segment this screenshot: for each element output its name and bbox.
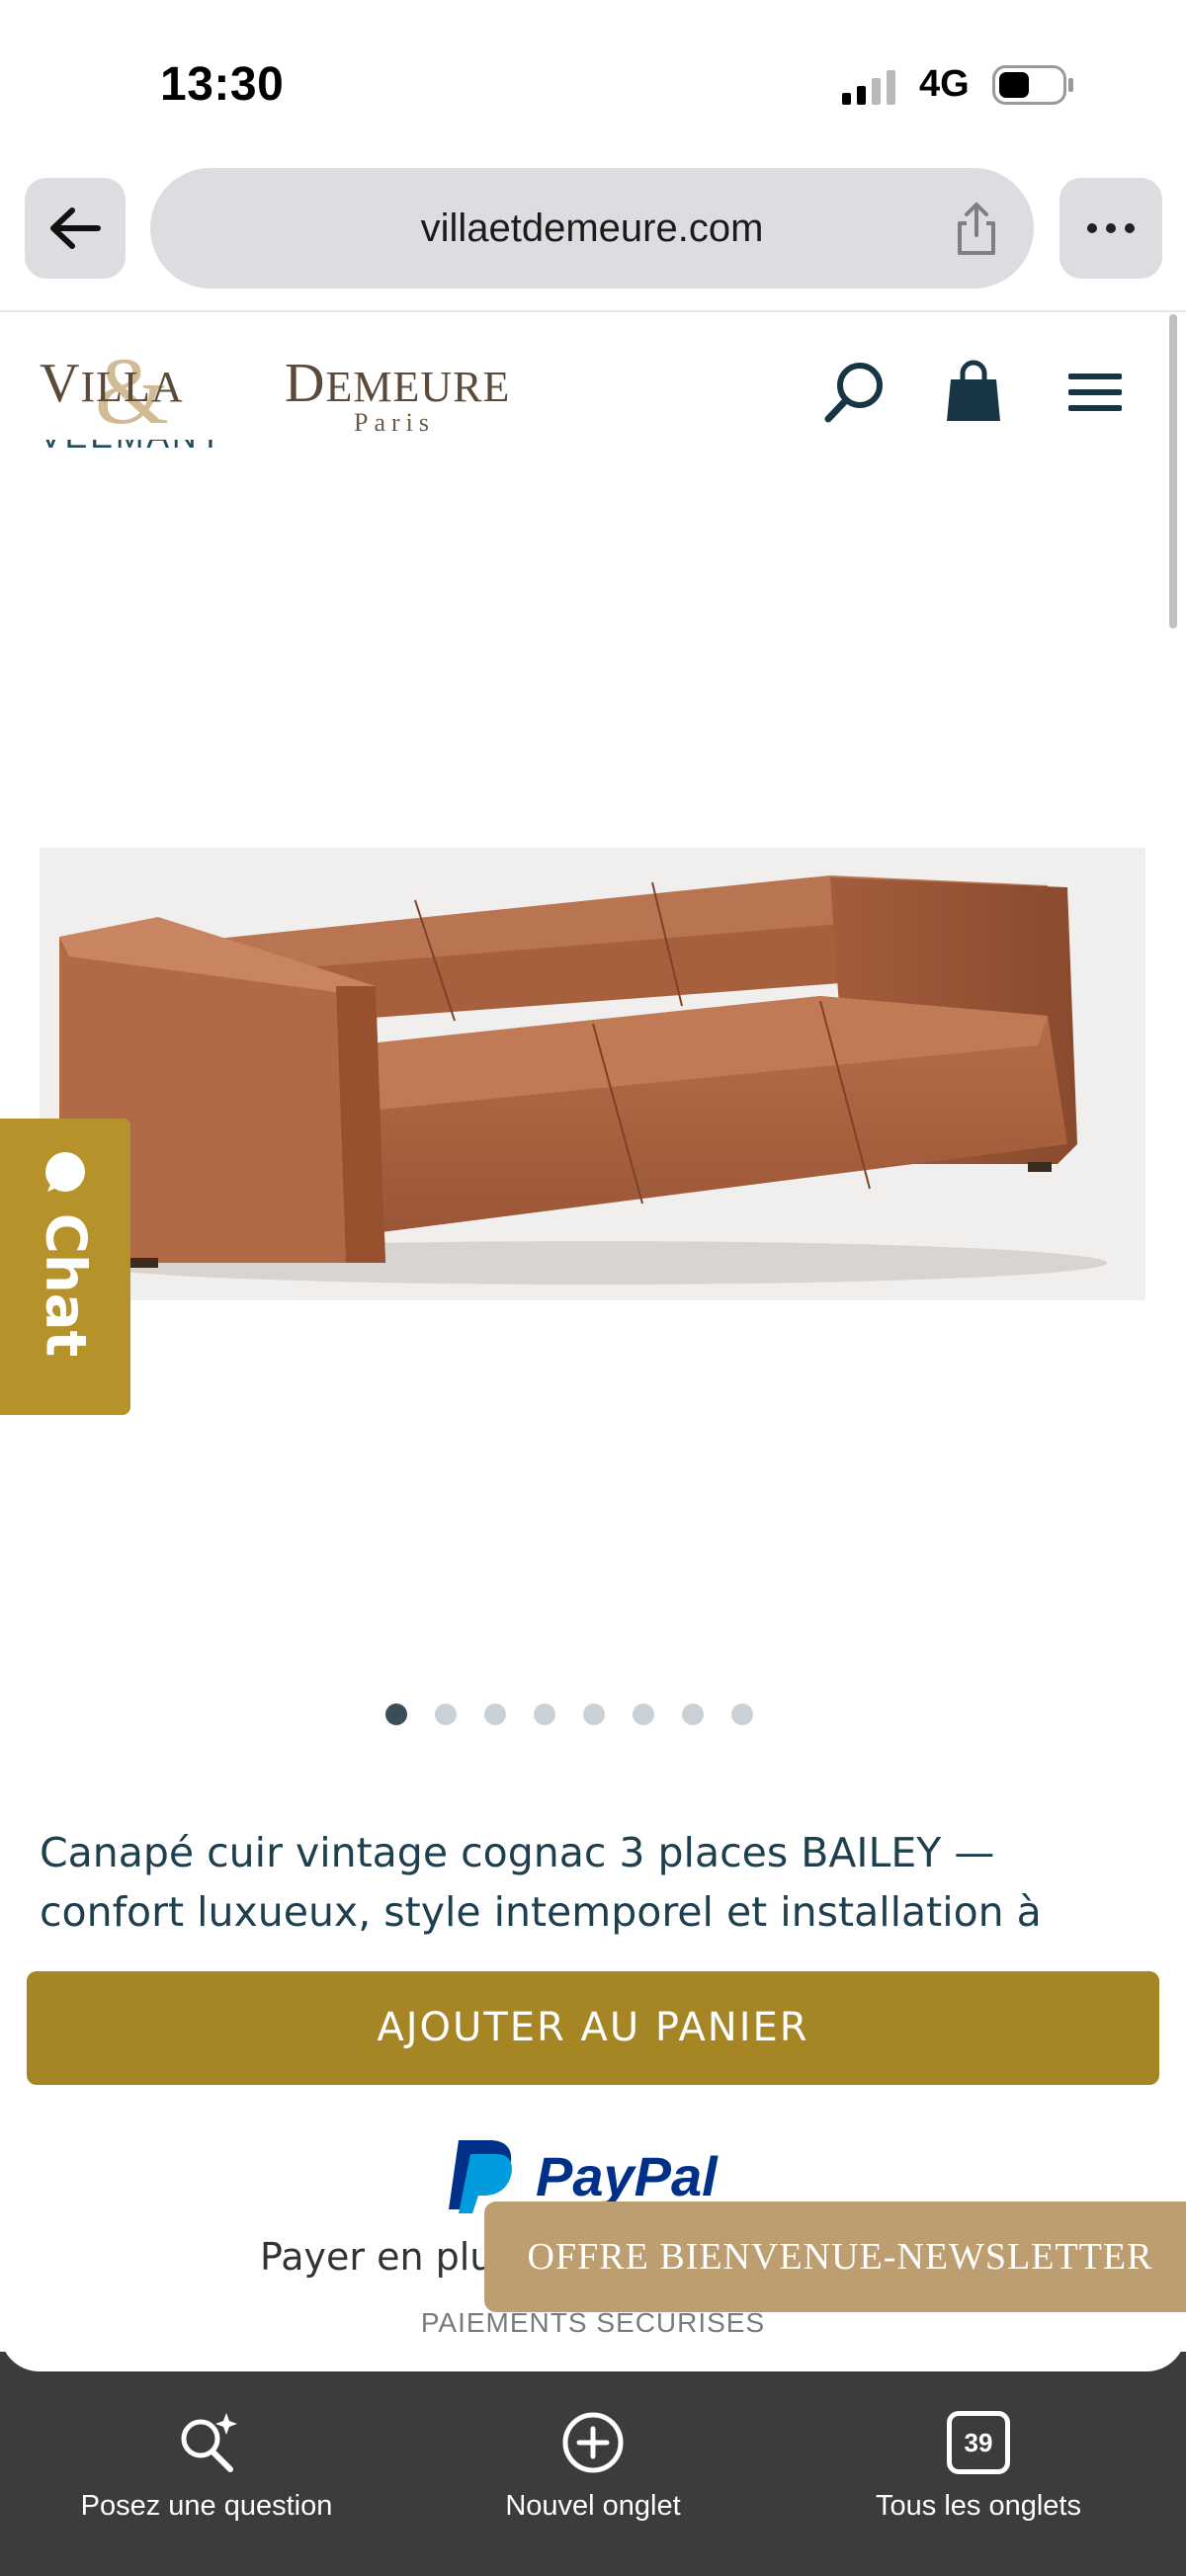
cellular-signal-icon bbox=[842, 70, 895, 105]
more-dot-icon bbox=[1106, 223, 1116, 233]
url-text: villaetdemeure.com bbox=[420, 207, 764, 250]
battery-icon bbox=[992, 65, 1073, 105]
more-options-button[interactable] bbox=[1059, 178, 1162, 279]
newsletter-offer-button[interactable]: OFFRE BIENVENUE-NEWSLETTER bbox=[484, 2202, 1186, 2312]
arrow-left-icon bbox=[50, 208, 101, 249]
ask-question-button[interactable]: Posez une question bbox=[47, 2411, 366, 2523]
product-image[interactable] bbox=[40, 848, 1145, 1300]
svg-text:DEMEURE: DEMEURE bbox=[285, 353, 510, 414]
status-time: 13:30 bbox=[160, 58, 285, 111]
tabs-count-icon: 39 bbox=[947, 2411, 1010, 2474]
ask-question-label: Posez une question bbox=[80, 2490, 333, 2522]
carousel-dot[interactable] bbox=[583, 1703, 605, 1725]
all-tabs-label: Tous les onglets bbox=[876, 2490, 1081, 2522]
svg-text:VILLA: VILLA bbox=[40, 353, 184, 414]
svg-text:Paris: Paris bbox=[354, 408, 435, 437]
svg-text:PayPal: PayPal bbox=[536, 2145, 719, 2207]
page-scrollbar[interactable] bbox=[1169, 314, 1177, 628]
all-tabs-button[interactable]: 39 Tous les onglets bbox=[830, 2411, 1127, 2523]
search-sparkle-icon bbox=[181, 2413, 237, 2472]
add-to-cart-button[interactable]: AJOUTER AU PANIER bbox=[27, 1971, 1159, 2085]
carousel-dot[interactable] bbox=[385, 1703, 407, 1725]
chat-label[interactable]: Chat bbox=[0, 1181, 130, 1388]
carousel-dot[interactable] bbox=[534, 1703, 555, 1725]
carousel-dots bbox=[385, 1703, 753, 1725]
back-button[interactable] bbox=[25, 178, 126, 279]
villa-demeure-logo[interactable]: & VILLA DEMEURE Paris bbox=[40, 336, 573, 445]
carousel-dot[interactable] bbox=[484, 1703, 506, 1725]
product-description: Canapé cuir vintage cognac 3 places BAIL… bbox=[40, 1829, 1042, 1936]
hamburger-menu-icon[interactable] bbox=[1060, 358, 1130, 427]
plus-circle-icon bbox=[562, 2412, 624, 2473]
carousel-dot[interactable] bbox=[682, 1703, 704, 1725]
sofa-image bbox=[40, 848, 1145, 1300]
new-tab-label: Nouvel onglet bbox=[505, 2490, 681, 2522]
carousel-dot[interactable] bbox=[435, 1703, 457, 1725]
pay-in-installments-text: Payer en plu bbox=[260, 2235, 494, 2279]
shopping-bag-icon[interactable] bbox=[939, 358, 1008, 427]
new-tab-button[interactable]: Nouvel onglet bbox=[435, 2411, 751, 2523]
cut-off-heading: VEEMANY bbox=[40, 440, 224, 469]
more-dot-icon bbox=[1087, 223, 1097, 233]
carousel-dot[interactable] bbox=[731, 1703, 753, 1725]
address-bar[interactable]: villaetdemeure.com bbox=[150, 168, 1034, 289]
share-icon[interactable] bbox=[947, 200, 1006, 259]
carousel-dot[interactable] bbox=[633, 1703, 654, 1725]
more-dot-icon bbox=[1125, 223, 1135, 233]
network-type: 4G bbox=[919, 63, 970, 105]
browser-divider bbox=[0, 310, 1186, 312]
search-icon[interactable] bbox=[820, 358, 890, 427]
